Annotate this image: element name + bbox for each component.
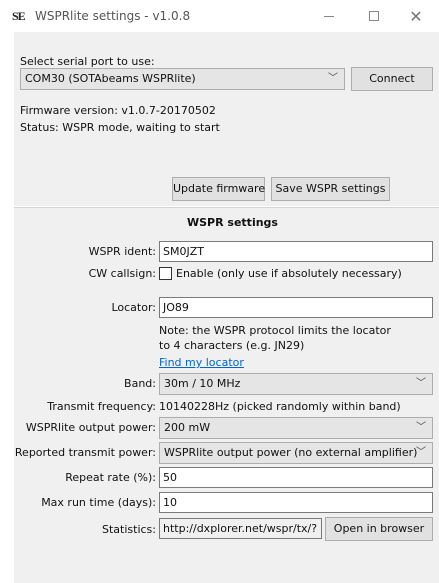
connect-button[interactable]: Connect [351, 67, 433, 91]
maximize-button[interactable] [351, 0, 397, 32]
cw-enable-label: Enable (only use if absolutely necessary… [176, 267, 402, 280]
serial-port-label: Select serial port to use: [20, 55, 155, 68]
output-power-value: 200 mW [164, 421, 211, 434]
band-value: 30m / 10 MHz [164, 377, 241, 390]
locator-label: Locator: [111, 301, 156, 314]
chevron-down-icon: ﹀ [416, 378, 426, 389]
locator-note-line2: to 4 characters (e.g. JN29) [159, 339, 305, 352]
locator-note-line1: Note: the WSPR protocol limits the locat… [159, 324, 391, 337]
minimize-button[interactable] [306, 0, 352, 32]
repeat-rate-input[interactable]: 50 [159, 467, 433, 488]
window-title: WSPRlite settings - v1.0.8 [35, 9, 191, 23]
locator-input[interactable]: JO89 [159, 297, 433, 318]
reported-power-label: Reported transmit power: [14, 446, 156, 459]
max-run-time-label: Max run time (days): [41, 496, 156, 509]
minimize-icon [324, 15, 334, 17]
update-firmware-button[interactable]: Update firmware [172, 177, 265, 201]
serial-port-value: COM30 (SOTAbeams WSPRlite) [25, 72, 196, 85]
close-icon: ✕ [409, 6, 423, 26]
device-status: Status: WSPR mode, waiting to start [20, 121, 220, 134]
band-label: Band: [124, 377, 156, 390]
output-power-label: WSPRlite output power: [25, 421, 156, 434]
statistics-url-field[interactable]: http://dxplorer.net/wspr/tx/? [159, 518, 322, 539]
band-select[interactable]: 30m / 10 MHz ﹀ [159, 373, 433, 395]
chevron-down-icon: ﹀ [416, 422, 426, 433]
app-logo-icon: SE [12, 9, 26, 23]
cw-enable-checkbox[interactable] [159, 267, 172, 280]
cw-callsign-label: CW callsign: [88, 267, 156, 280]
reported-power-select[interactable]: WSPRlite output power (no external ampli… [159, 442, 433, 464]
max-run-time-input[interactable]: 10 [159, 492, 433, 513]
statistics-label: Statistics: [102, 523, 156, 536]
wspr-ident-input[interactable]: SM0JZT [159, 241, 433, 262]
close-button[interactable]: ✕ [393, 0, 439, 32]
save-settings-button[interactable]: Save WSPR settings [271, 177, 390, 201]
output-power-select[interactable]: 200 mW ﹀ [159, 417, 433, 439]
maximize-icon [369, 11, 379, 21]
chevron-down-icon: ﹀ [328, 73, 338, 84]
reported-power-value: WSPRlite output power (no external ampli… [164, 446, 418, 459]
repeat-rate-label: Repeat rate (%): [65, 471, 156, 484]
tx-frequency-label: Transmit frequency: [47, 400, 156, 413]
tx-frequency-value: 10140228Hz (picked randomly within band) [159, 400, 401, 413]
chevron-down-icon: ﹀ [416, 447, 426, 458]
open-in-browser-button[interactable]: Open in browser [325, 517, 433, 541]
title-bar: SE WSPRlite settings - v1.0.8 ✕ [0, 0, 439, 32]
section-heading: WSPR settings [187, 216, 278, 229]
find-locator-link[interactable]: Find my locator [159, 356, 244, 369]
serial-port-select[interactable]: COM30 (SOTAbeams WSPRlite) ﹀ [20, 68, 345, 90]
wspr-ident-label: WSPR ident: [88, 245, 156, 258]
firmware-version: Firmware version: v1.0.7-20170502 [20, 104, 216, 117]
